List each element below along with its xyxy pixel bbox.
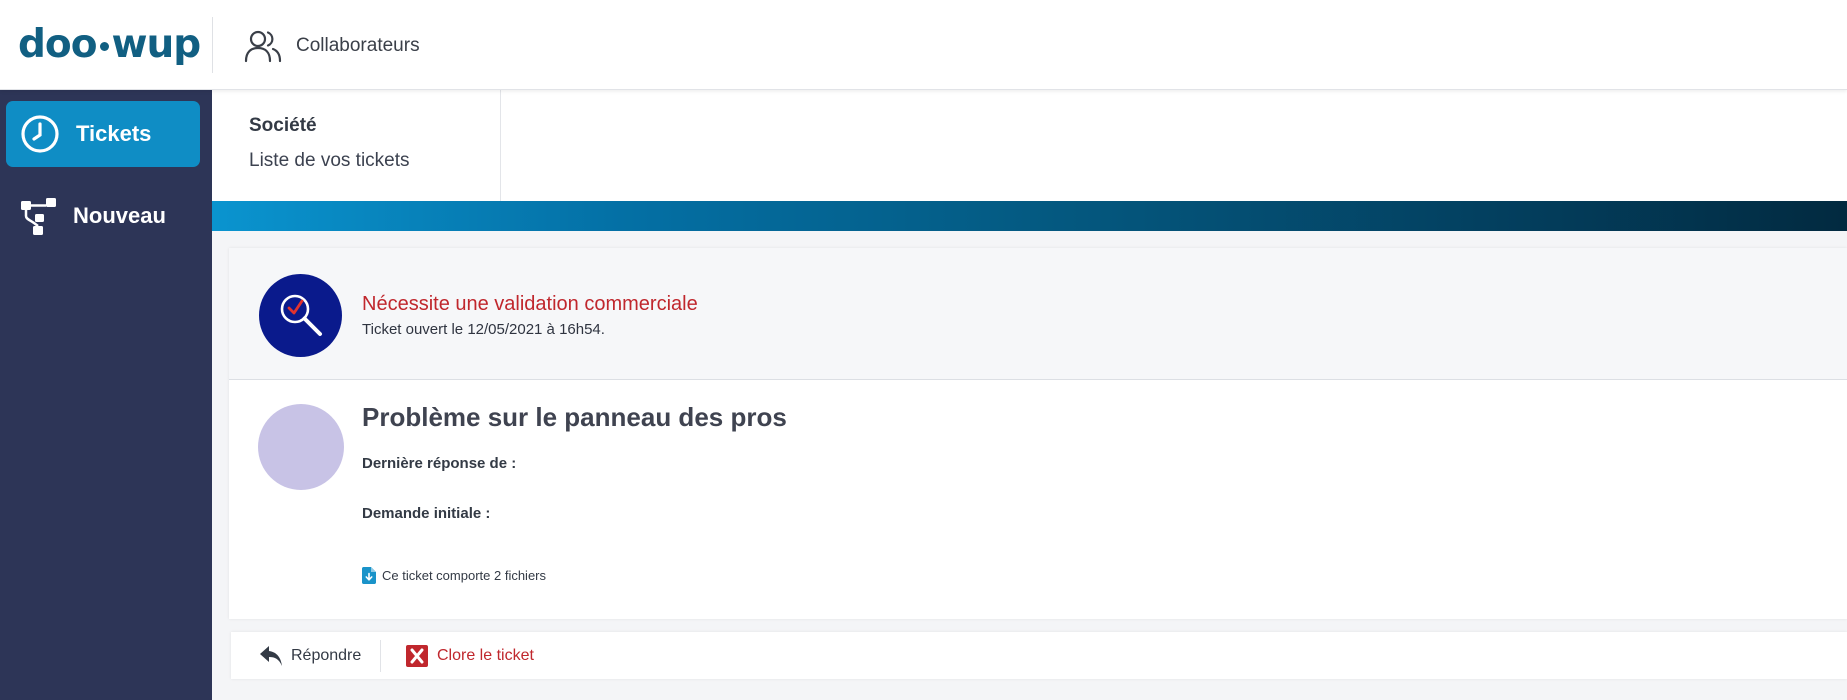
magnifier-check-icon xyxy=(280,294,322,336)
clock-icon xyxy=(21,115,59,153)
doowup-logo[interactable]: doo wup xyxy=(18,20,202,70)
gradient-banner xyxy=(212,201,1847,231)
breadcrumb-panel: Société Liste de vos tickets xyxy=(212,90,501,201)
reply-button[interactable]: Répondre xyxy=(259,632,361,679)
status-title: Nécessite une validation commerciale xyxy=(362,293,698,315)
file-download-icon xyxy=(362,567,376,584)
close-ticket-label: Clore le ticket xyxy=(437,646,534,664)
attachments-link[interactable]: Ce ticket comporte 2 fichiers xyxy=(362,567,546,584)
sidebar-item-label: Tickets xyxy=(76,121,152,146)
status-badge xyxy=(259,274,342,357)
close-icon xyxy=(406,644,428,667)
logo-dot xyxy=(99,42,109,51)
ticket-action-bar: Répondre Clore le ticket xyxy=(231,632,1847,679)
page-subtitle: Liste de vos tickets xyxy=(249,150,410,171)
header-divider xyxy=(212,17,213,73)
close-ticket-button[interactable]: Clore le ticket xyxy=(405,632,534,679)
ticket-title[interactable]: Problème sur le panneau des pros xyxy=(362,402,787,433)
ticket-opened-date: Ticket ouvert le 12/05/2021 à 16h54. xyxy=(362,321,605,338)
sidebar-item-tickets[interactable]: Tickets xyxy=(6,101,200,167)
collaborateurs-label: Collaborateurs xyxy=(296,35,420,56)
logo-text-part1: doo xyxy=(18,22,98,67)
avatar xyxy=(258,404,344,490)
sidebar: Tickets Nouveau xyxy=(0,90,212,700)
users-icon xyxy=(244,30,282,63)
sub-header: Société Liste de vos tickets xyxy=(212,90,1847,201)
initial-request-label: Demande initiale : xyxy=(362,505,491,522)
ticket-card[interactable]: Nécessite une validation commerciale Tic… xyxy=(229,248,1847,619)
last-reply-label: Dernière réponse de : xyxy=(362,455,517,472)
sidebar-item-nouveau[interactable]: Nouveau xyxy=(6,183,200,249)
reply-label: Répondre xyxy=(291,646,362,664)
collaborateurs-link[interactable]: Collaborateurs xyxy=(244,28,420,64)
company-name: Société xyxy=(249,115,317,136)
action-divider xyxy=(380,640,381,672)
logo-text-part2: wup xyxy=(111,22,202,67)
top-header: doo wup Collaborateurs xyxy=(0,0,1847,90)
attachments-text: Ce ticket comporte 2 fichiers xyxy=(382,568,547,583)
reply-icon xyxy=(260,645,282,666)
sidebar-item-label: Nouveau xyxy=(73,203,166,228)
hierarchy-icon xyxy=(21,198,56,235)
ticket-status-band: Nécessite une validation commerciale Tic… xyxy=(229,248,1847,380)
